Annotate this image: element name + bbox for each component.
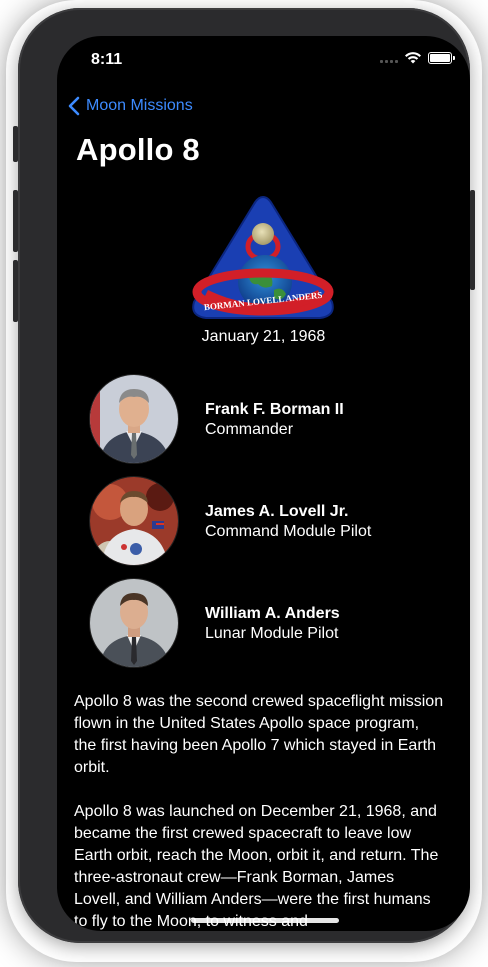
crew-photo-borman xyxy=(89,374,179,464)
status-icons xyxy=(380,52,455,64)
crew-photo-lovell xyxy=(89,476,179,566)
chevron-left-icon xyxy=(68,96,80,116)
crew-photo-anders xyxy=(89,578,179,668)
crew-name: William A. Anders xyxy=(205,605,340,622)
cellular-signal-icon xyxy=(380,53,398,63)
volume-down-button xyxy=(13,260,18,322)
back-button-label: Moon Missions xyxy=(86,97,193,114)
mission-description: Apollo 8 was the second crewed spaceflig… xyxy=(74,691,444,931)
crew-role: Lunar Module Pilot xyxy=(205,625,339,642)
crew-role: Command Module Pilot xyxy=(205,523,372,540)
battery-icon xyxy=(428,52,455,64)
crew-member-row[interactable]: James A. Lovell Jr. Command Module Pilot xyxy=(89,476,449,578)
silent-switch xyxy=(13,126,18,162)
home-indicator[interactable] xyxy=(191,918,339,923)
mission-patch: BORMAN LOVELL ANDERS xyxy=(192,195,334,319)
crew-role: Commander xyxy=(205,421,294,438)
app-screen: 8:11 Moon Missions Apollo 8 BORMAN LOVEL… xyxy=(57,36,470,931)
description-paragraph: Apollo 8 was the second crewed spaceflig… xyxy=(74,693,444,776)
crew-list: Frank F. Borman II Commander James A. Lo… xyxy=(89,374,449,680)
device-notch xyxy=(147,36,379,68)
page-title: Apollo 8 xyxy=(76,132,200,167)
crew-member-row[interactable]: William A. Anders Lunar Module Pilot xyxy=(89,578,449,680)
phone-frame: 8:11 Moon Missions Apollo 8 BORMAN LOVEL… xyxy=(13,8,475,943)
crew-name: Frank F. Borman II xyxy=(205,401,344,418)
status-time: 8:11 xyxy=(91,51,123,68)
volume-up-button xyxy=(13,190,18,252)
mission-date: January 21, 1968 xyxy=(201,328,326,345)
wifi-icon xyxy=(405,52,421,64)
side-button xyxy=(470,190,475,290)
back-button[interactable]: Moon Missions xyxy=(68,96,193,116)
description-paragraph: Apollo 8 was launched on December 21, 19… xyxy=(74,803,439,930)
crew-member-row[interactable]: Frank F. Borman II Commander xyxy=(89,374,449,476)
crew-name: James A. Lovell Jr. xyxy=(205,503,349,520)
